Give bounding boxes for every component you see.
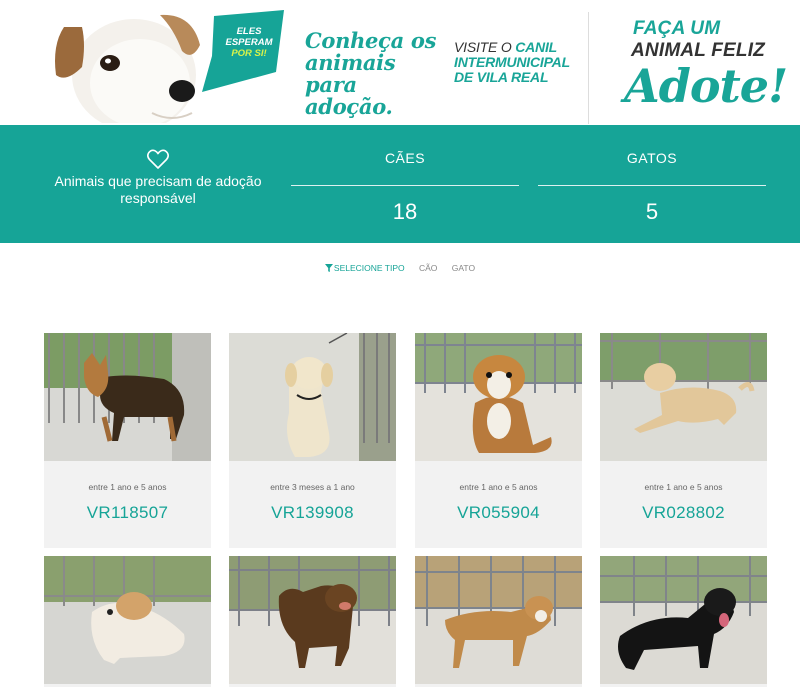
cats-count: 5 [645, 199, 659, 224]
visit-canil-text: VISITE O CANIL INTERMUNICIPAL DE VILA RE… [454, 40, 589, 85]
filter-cat[interactable]: GATO [452, 263, 475, 273]
stats-description: Animais que precisam de adoção responsáv… [54, 173, 262, 206]
animal-code: VR118507 [86, 503, 169, 522]
animal-photo [600, 333, 767, 461]
animal-card[interactable]: entre 1 ano e 5 anos VR055904 [415, 333, 582, 548]
filter-select-type-label: SELECIONE TIPO [333, 263, 405, 273]
animal-photo [415, 333, 582, 461]
banner-script-title: Conheça os animais para adoção. [305, 28, 437, 119]
type-filter: SELECIONE TIPO CÃO GATO [0, 263, 800, 273]
animal-card[interactable] [44, 556, 211, 687]
animal-age: entre 3 meses a 1 ano [270, 482, 355, 492]
dogs-count: 18 [392, 199, 418, 224]
animal-photo [44, 333, 211, 461]
animal-code: VR028802 [642, 503, 725, 522]
animal-photo [44, 556, 211, 684]
funnel-icon [324, 264, 333, 272]
animal-card[interactable] [415, 556, 582, 687]
banner-divider [588, 12, 589, 124]
dogs-stat: CÃES 18 [291, 148, 519, 225]
dogs-divider [291, 185, 519, 186]
animal-age: entre 1 ano e 5 anos [644, 482, 723, 492]
header-banner: ELES ESPERAM POR SI! Conheça os animais … [0, 0, 800, 125]
animal-card[interactable] [600, 556, 767, 687]
animal-photo [600, 556, 767, 684]
cats-label: GATOS [626, 150, 678, 166]
eles-esperam-text: ELES ESPERAM POR SI! [225, 26, 273, 59]
animal-card[interactable]: entre 1 ano e 5 anos VR118507 [44, 333, 211, 548]
animal-card[interactable]: entre 3 meses a 1 ano VR139908 [229, 333, 396, 548]
animal-card[interactable] [229, 556, 396, 687]
heart-icon [147, 149, 169, 169]
banner-dog-photo [42, 5, 207, 123]
visit-prefix: VISITE O [454, 39, 512, 55]
faca-um-text: FAÇA UM [633, 18, 721, 39]
cats-divider [538, 185, 766, 186]
animal-code: VR055904 [457, 503, 540, 522]
animal-photo [229, 333, 396, 461]
animal-card[interactable]: entre 1 ano e 5 anos VR028802 [600, 333, 767, 548]
filter-select-type[interactable]: SELECIONE TIPO [324, 263, 405, 273]
animal-photo [415, 556, 582, 684]
cats-stat: GATOS 5 [538, 148, 766, 225]
adote-title: Adote! [624, 59, 788, 113]
animal-age: entre 1 ano e 5 anos [459, 482, 538, 492]
dogs-label: CÃES [384, 150, 426, 166]
visit-suffix: DE VILA REAL [454, 69, 549, 85]
animal-age: entre 1 ano e 5 anos [88, 482, 167, 492]
filter-dog[interactable]: CÃO [419, 263, 437, 273]
animal-photo [229, 556, 396, 684]
animal-code: VR139908 [271, 503, 354, 522]
